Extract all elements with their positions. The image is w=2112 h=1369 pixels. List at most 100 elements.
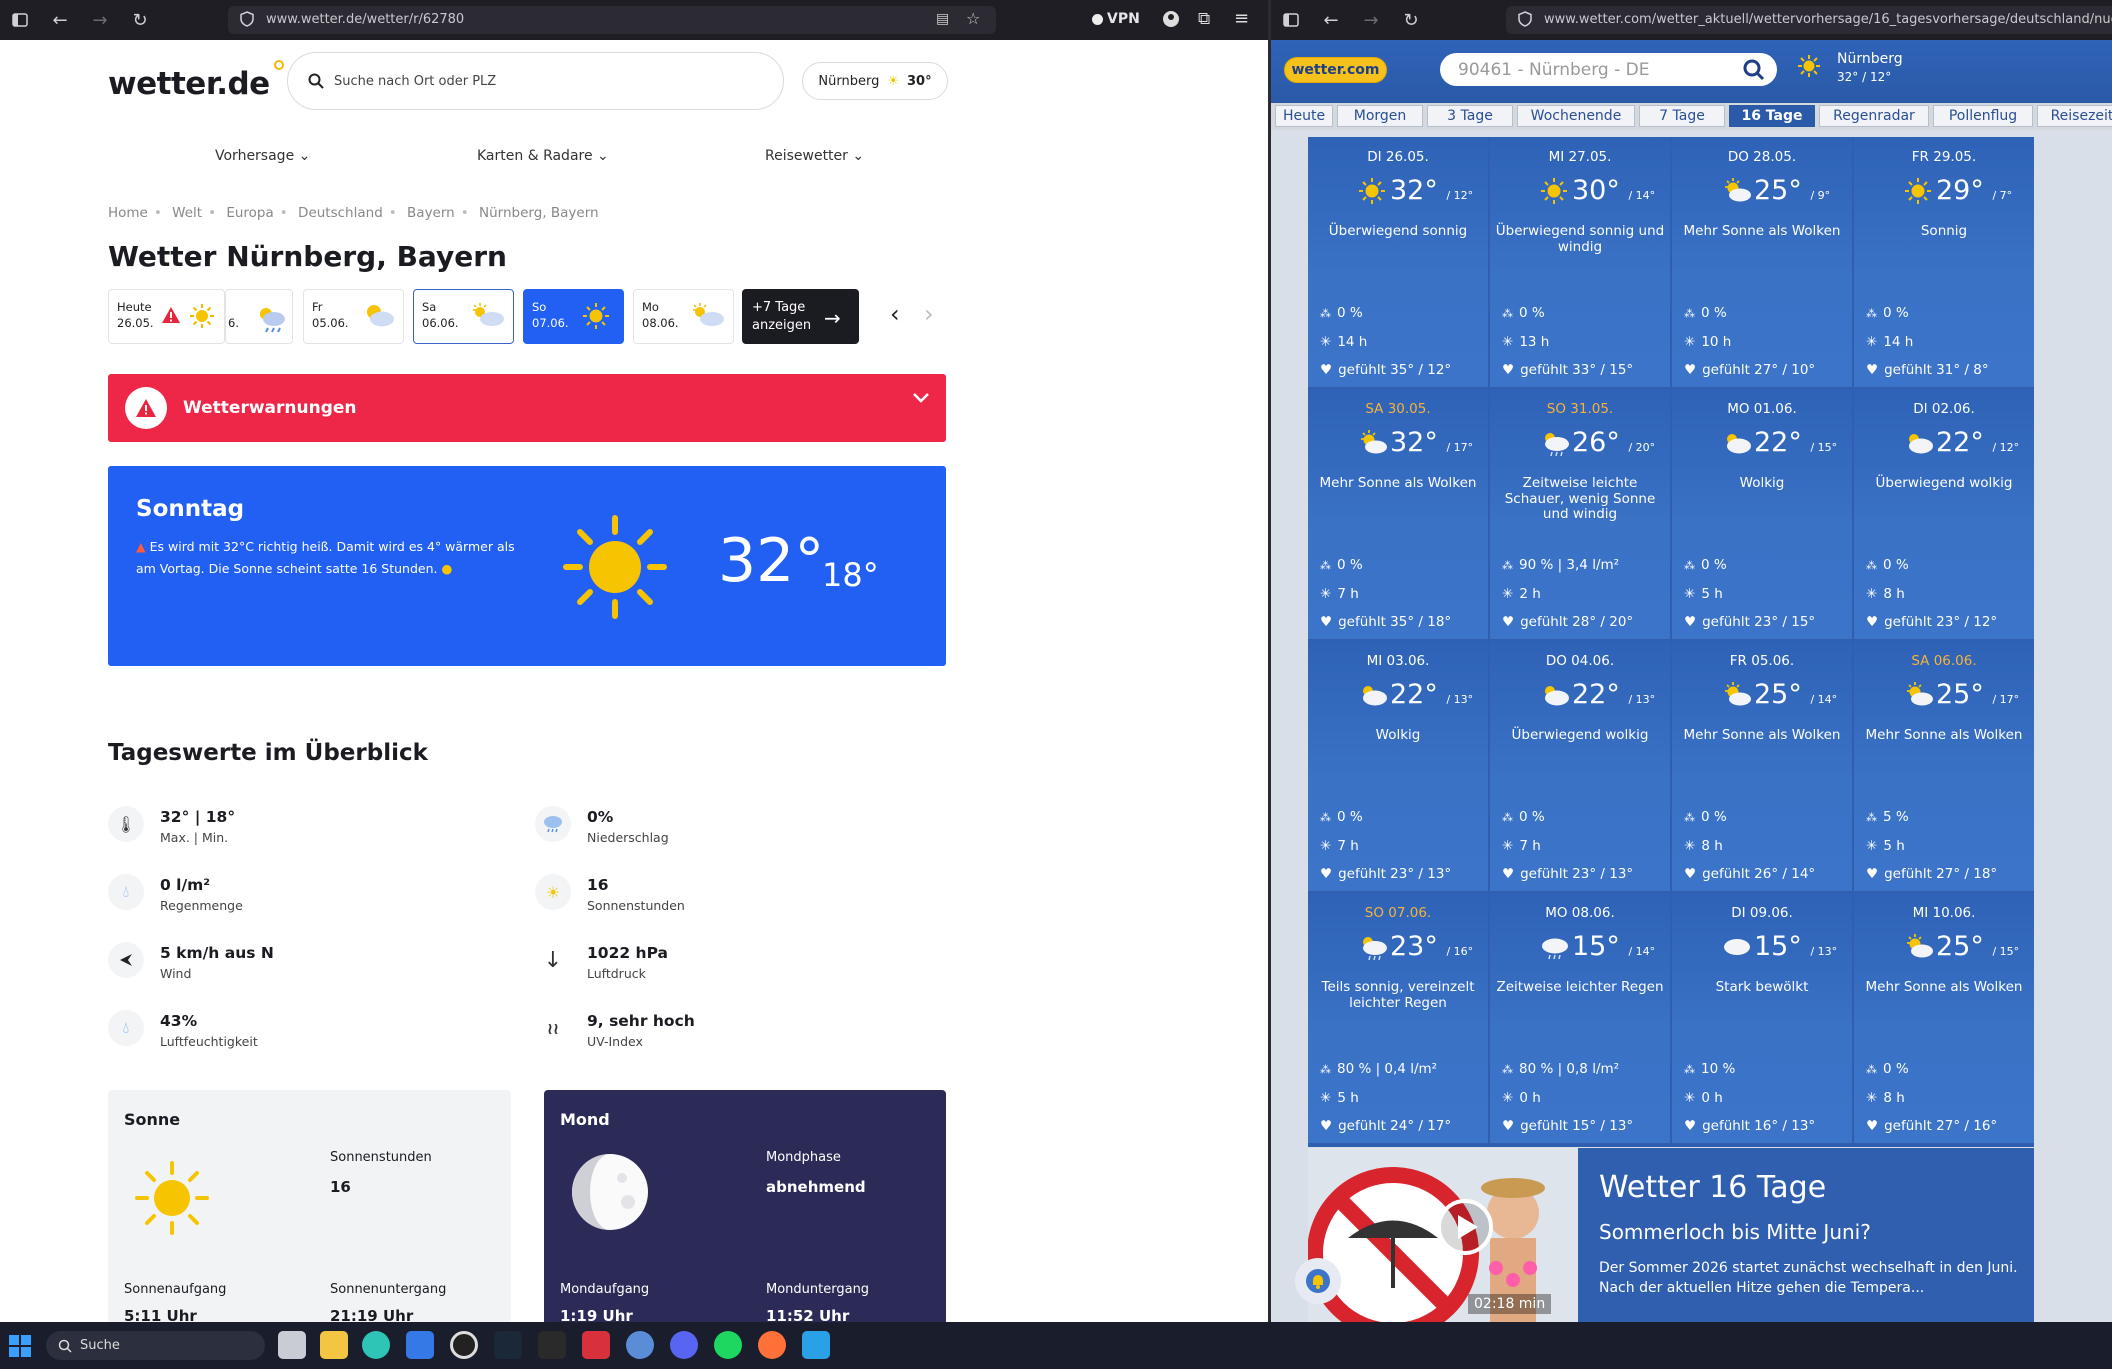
teaser-subtitle[interactable]: Sommerloch bis Mitte Juni?	[1599, 1220, 1871, 1244]
forecast-date: MI 03.06.	[1366, 653, 1430, 669]
breadcrumb-deutschland[interactable]: Deutschland	[298, 205, 383, 221]
forecast-day-cell[interactable]: DO 04.06. 22° / 13° Überwiegend wolkig ⁂ 0 %…	[1490, 641, 1670, 891]
day-tab-partial[interactable]: 6.	[225, 289, 293, 344]
obs-icon[interactable]	[450, 1331, 478, 1359]
tab-3-tage[interactable]: 3 Tage	[1427, 105, 1513, 127]
forecast-day-cell[interactable]: DI 26.05. 32° / 12° Überwiegend sonnig ⁂ 0 %…	[1308, 137, 1488, 387]
forecast-day-cell[interactable]: MI 03.06. 22° / 13° Wolkig ⁂ 0 % ✳ 7 h ♥ gefühlt…	[1308, 641, 1488, 891]
breadcrumb-welt[interactable]: Welt	[172, 205, 202, 221]
forecast-date: MO 08.06.	[1545, 905, 1615, 921]
tab-wochenende[interactable]: Wochenende	[1517, 105, 1635, 127]
taskbar-search[interactable]: Suche	[46, 1331, 265, 1360]
sidebar-toggle-icon[interactable]	[1271, 0, 1311, 40]
tab-7-tage[interactable]: 7 Tage	[1639, 105, 1725, 127]
back-icon[interactable]: ←	[40, 0, 80, 40]
chevron-right-icon[interactable]: ›	[924, 300, 934, 328]
tab-heute[interactable]: Heute	[1275, 105, 1333, 127]
breadcrumb-bayern[interactable]: Bayern	[407, 205, 455, 221]
video-teaser[interactable]: 02:18 min Wetter 16 Tage Sommerloch bis …	[1295, 1148, 2034, 1322]
tab-reisezeit[interactable]: Reisezeit	[2037, 105, 2112, 127]
breadcrumb-europa[interactable]: Europa	[226, 205, 273, 221]
more-days-button[interactable]: +7 Tage anzeigen →	[742, 289, 859, 344]
menu-icon[interactable]: ≡	[1234, 8, 1249, 29]
forecast-day-cell[interactable]: FR 05.06. 25° / 14° Mehr Sonne als Wolken ⁂…	[1672, 641, 1852, 891]
forecast-day-cell[interactable]: DI 09.06. 15° / 13° Stark bewölkt ⁂ 10 % ✳ 0 h…	[1672, 893, 1852, 1143]
forecast-feel-row: ♥ gefühlt 23° / 13°	[1502, 866, 1633, 882]
extensions-icon[interactable]: ⧉	[1198, 9, 1210, 29]
location-search-input[interactable]: Suche nach Ort oder PLZ	[287, 52, 784, 110]
firefox-icon[interactable]	[758, 1331, 786, 1359]
account-icon[interactable]	[1162, 10, 1180, 28]
tab-16-tage[interactable]: 16 Tage	[1729, 105, 1815, 127]
store-icon[interactable]	[406, 1331, 434, 1359]
search-icon[interactable]	[1743, 59, 1765, 81]
forecast-sun-row: ✳ 7 h	[1502, 838, 1541, 854]
forecast-day-cell[interactable]: SO 31.05. 26° / 20° Zeitweise leichte Scha…	[1490, 389, 1670, 639]
wetter-de-logo[interactable]: wetter.de	[108, 60, 284, 102]
forward-icon[interactable]: →	[1351, 0, 1391, 40]
weather-warning-bar[interactable]: Wetterwarnungen	[108, 374, 946, 442]
epic-games-icon[interactable]	[538, 1331, 566, 1359]
play-icon[interactable]	[1436, 1198, 1494, 1256]
notification-bell-icon[interactable]	[1295, 1258, 1341, 1304]
forecast-day-cell[interactable]: DI 02.06. 22° / 12° Überwiegend wolkig ⁂ 0 %…	[1854, 389, 2034, 639]
forecast-day-cell[interactable]: MO 01.06. 22° / 15° Wolkig ⁂ 0 % ✳ 5 h ♥ gefühlt…	[1672, 389, 1852, 639]
tab-morgen[interactable]: Morgen	[1337, 105, 1423, 127]
nav-karten-radare[interactable]: Karten & Radare ⌄	[477, 148, 609, 164]
bookmark-star-icon[interactable]: ☆	[966, 9, 980, 28]
breadcrumb-home[interactable]: Home	[108, 205, 148, 221]
forecast-max: 25°	[1754, 679, 1802, 710]
spotify-icon[interactable]	[714, 1331, 742, 1359]
file-explorer-icon[interactable]	[320, 1331, 348, 1359]
forward-icon[interactable]: →	[80, 0, 120, 40]
edge-browser-icon[interactable]	[362, 1331, 390, 1359]
day-tab-heute[interactable]: Heute 26.05.	[108, 289, 225, 344]
vpn-button[interactable]: VPN	[1092, 11, 1140, 27]
discord-icon[interactable]	[670, 1331, 698, 1359]
steam-icon[interactable]	[494, 1331, 522, 1359]
day-tab-mo[interactable]: Mo 08.06.	[633, 289, 734, 344]
header-location-city[interactable]: Nürnberg	[1837, 51, 1903, 67]
back-icon[interactable]: ←	[1311, 0, 1351, 40]
reload-icon[interactable]: ↻	[120, 0, 160, 40]
teaser-title[interactable]: Wetter 16 Tage	[1599, 1170, 1826, 1205]
app-red-icon[interactable]	[582, 1331, 610, 1359]
windows-start-icon[interactable]	[8, 1334, 32, 1358]
video-thumbnail[interactable]: 02:18 min	[1308, 1148, 1578, 1322]
location-search-input[interactable]: 90461 - Nürnberg - DE	[1440, 53, 1777, 86]
day-tab-sa[interactable]: Sa 06.06.	[413, 289, 514, 344]
forecast-day-cell[interactable]: MO 08.06. 15° / 14° Zeitweise leichter Reg…	[1490, 893, 1670, 1143]
tab-regenradar[interactable]: Regenradar	[1819, 105, 1929, 127]
day-tab-fr[interactable]: Fr 05.06.	[303, 289, 404, 344]
wetter-com-logo[interactable]: wetter.com	[1284, 57, 1387, 83]
reader-view-icon[interactable]: ▤	[936, 11, 949, 27]
forecast-day-cell[interactable]: MI 10.06. 25° / 15° Mehr Sonne als Wolken ⁂…	[1854, 893, 2034, 1143]
tab-pollenflug[interactable]: Pollenflug	[1933, 105, 2033, 127]
forecast-min: / 13°	[1446, 693, 1474, 706]
sidebar-toggle-icon[interactable]	[0, 0, 40, 40]
notepad-icon[interactable]	[802, 1331, 830, 1359]
forecast-day-cell[interactable]: FR 29.05. 29° / 7° Sonnig ⁂ 0 % ✳ 14 h ♥ gefühlt…	[1854, 137, 2034, 387]
forecast-day-cell[interactable]: MI 27.05. 30° / 14° Überwiegend sonnig und…	[1490, 137, 1670, 387]
day-tab-so-selected[interactable]: So 07.06.	[523, 289, 624, 344]
chevron-left-icon[interactable]: ‹	[890, 300, 900, 328]
reload-icon[interactable]: ↻	[1391, 0, 1431, 40]
sun-icon	[1358, 177, 1386, 205]
taskbar: Suche	[0, 1322, 2112, 1369]
forecast-day-cell[interactable]: SA 30.05. 32° / 17° Mehr Sonne als Wolken ⁂…	[1308, 389, 1488, 639]
nav-reisewetter[interactable]: Reisewetter ⌄	[765, 148, 864, 164]
vpn-status-icon	[1092, 13, 1103, 25]
nav-vorhersage[interactable]: Vorhersage ⌄	[215, 148, 310, 164]
app-blue-icon[interactable]	[626, 1331, 654, 1359]
taskbar-search-label: Suche	[80, 1338, 120, 1353]
forecast-day-cell[interactable]: SA 06.06. 25° / 17° Mehr Sonne als Wolken ⁂…	[1854, 641, 2034, 891]
left-address-bar[interactable]: www.wetter.de/wetter/r/62780 ▤ ☆	[228, 6, 996, 34]
forecast-day-cell[interactable]: SO 07.06. 23° / 16° Teils sonnig, vereinze…	[1308, 893, 1488, 1143]
forecast-day-cell[interactable]: DO 28.05. 25° / 9° Mehr Sonne als Wolken ⁂ 0…	[1672, 137, 1852, 387]
forecast-sun: 5 h	[1701, 586, 1723, 602]
current-location-pill[interactable]: Nürnberg ☀ 30°	[802, 62, 948, 100]
task-view-icon[interactable]	[278, 1331, 306, 1359]
summary-text-1: Es wird mit 32°C richtig heiß. Damit wir…	[149, 539, 515, 554]
right-address-bar[interactable]: www.wetter.com/wetter_aktuell/wettervorh…	[1506, 6, 2112, 34]
search-icon	[58, 1339, 72, 1353]
